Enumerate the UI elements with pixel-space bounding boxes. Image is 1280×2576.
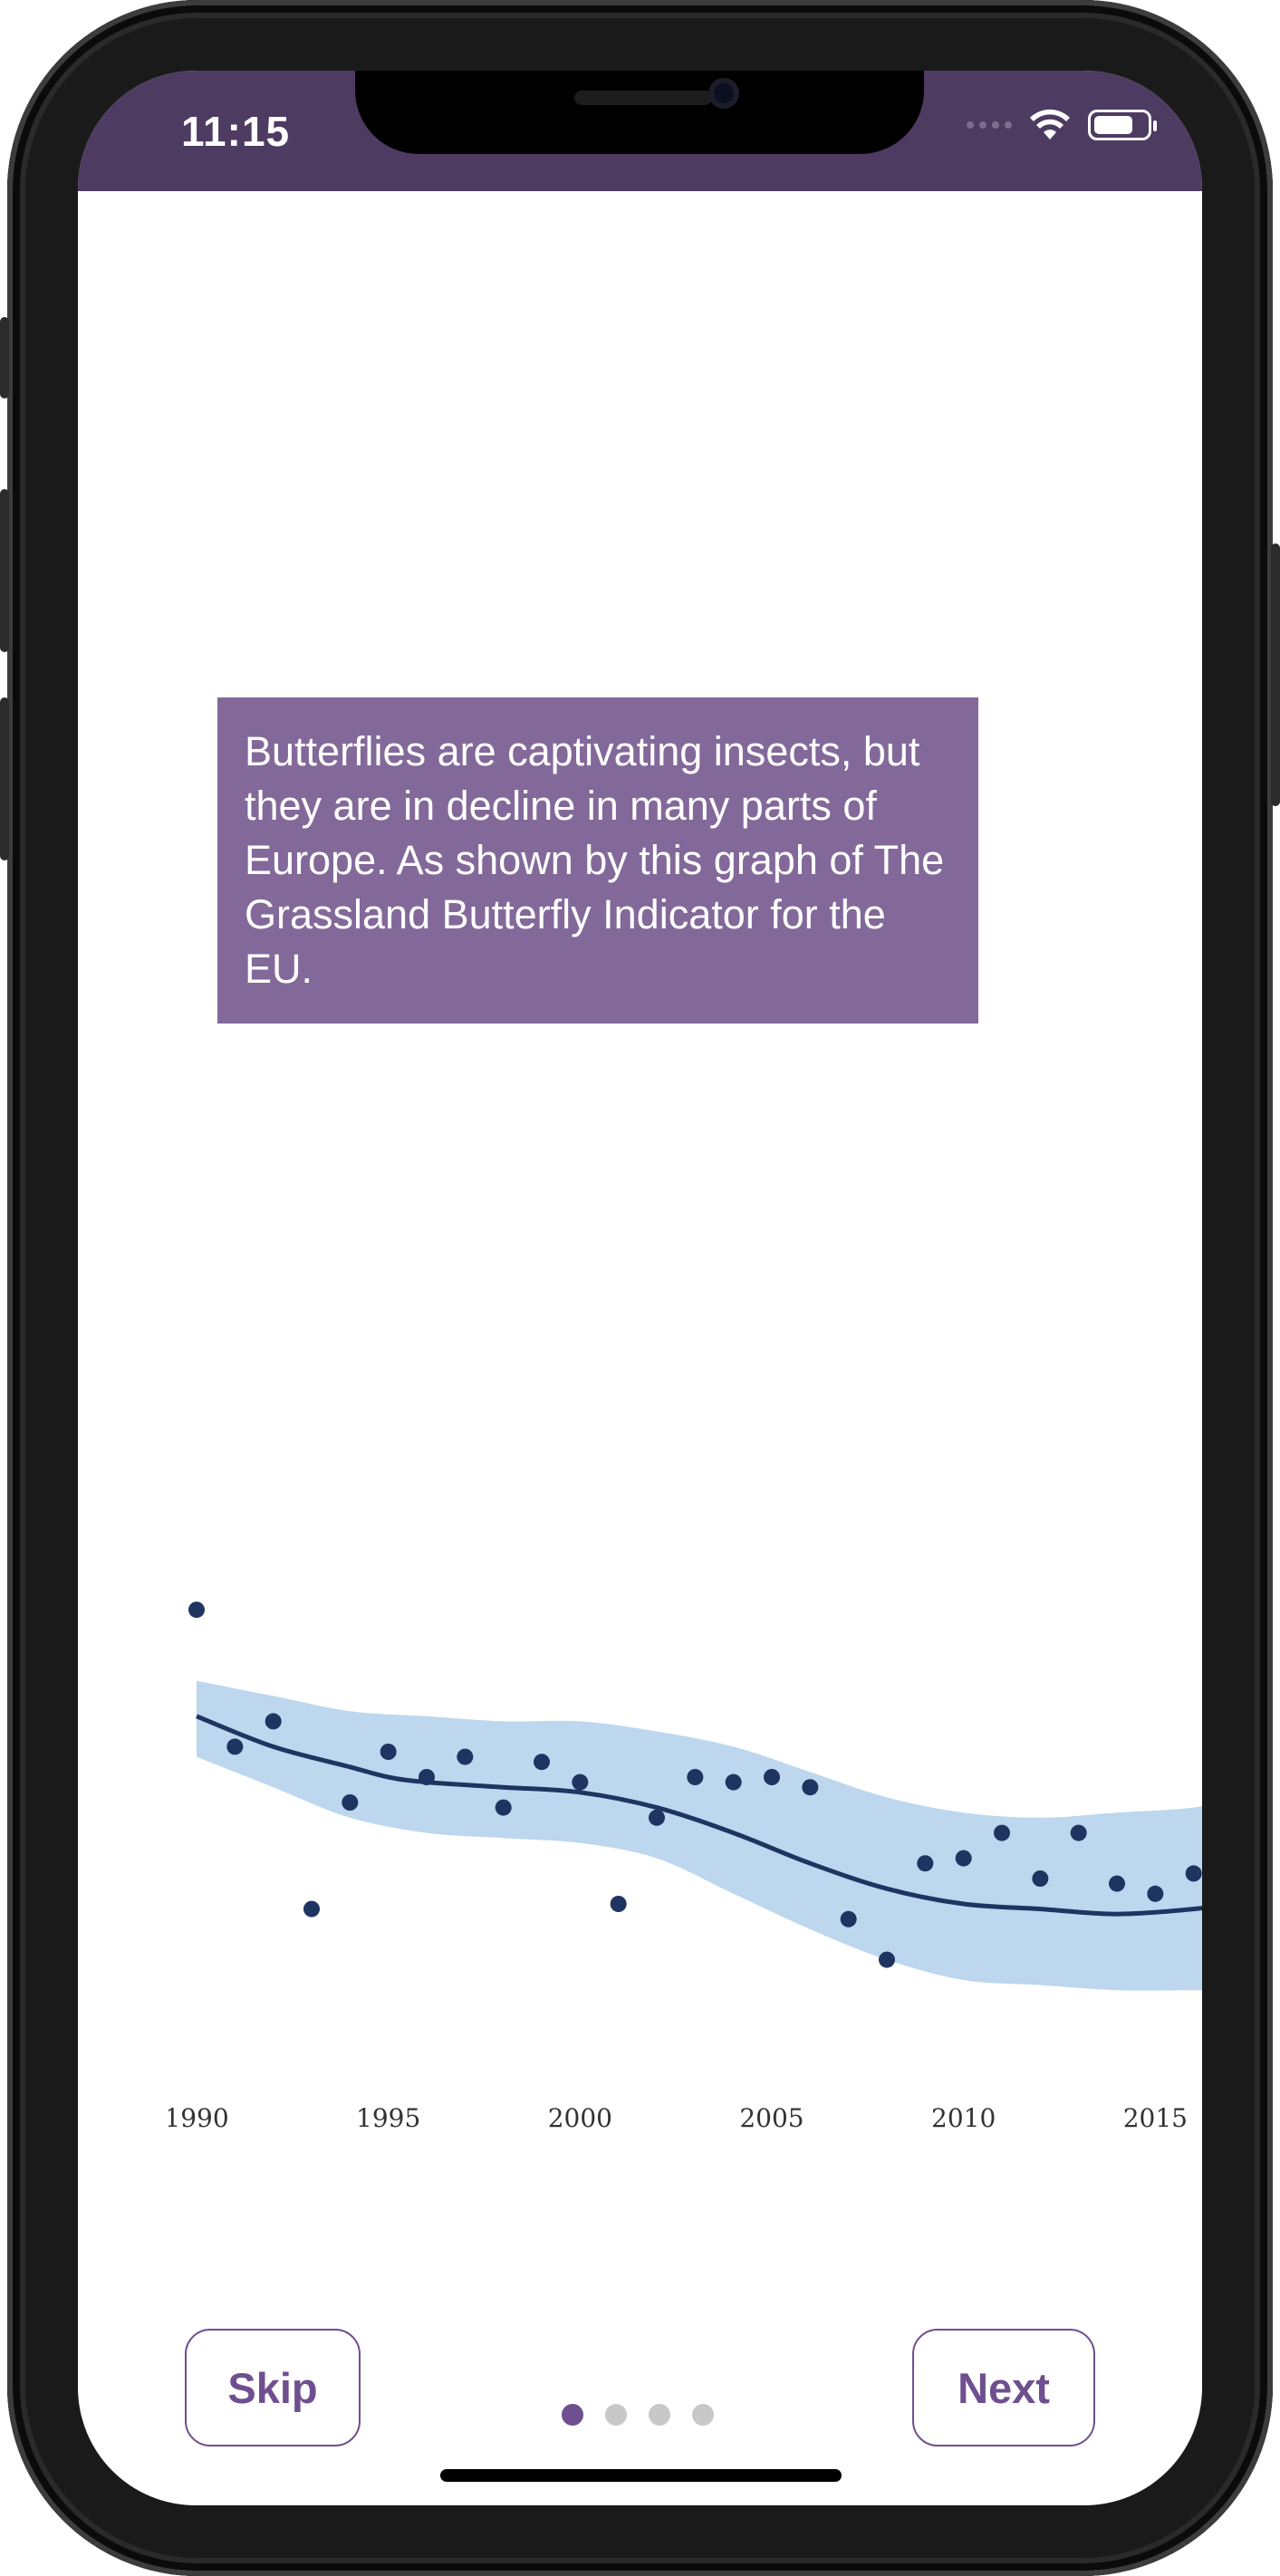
page-indicator <box>562 2404 714 2426</box>
data-point <box>879 1951 895 1968</box>
data-point <box>495 1799 512 1816</box>
status-icons <box>967 109 1157 141</box>
intro-text: Butterflies are captivating insects, but… <box>245 728 945 992</box>
skip-button[interactable]: Skip <box>185 2329 361 2446</box>
intro-text-box: Butterflies are captivating insects, but… <box>217 697 978 1024</box>
mute-switch <box>0 317 9 399</box>
data-point <box>1070 1824 1087 1841</box>
data-point <box>917 1855 934 1872</box>
power-button <box>1271 543 1280 806</box>
data-point <box>955 1850 972 1867</box>
data-point <box>265 1713 282 1730</box>
front-camera <box>708 78 739 109</box>
volume-up-button <box>0 489 9 652</box>
wifi-icon <box>1030 109 1070 139</box>
data-point <box>1185 1865 1202 1882</box>
confidence-band <box>197 1680 1202 1991</box>
next-button[interactable]: Next <box>912 2329 1095 2446</box>
data-point <box>380 1744 397 1760</box>
x-tick-label: 2000 <box>548 2103 612 2133</box>
page-dot[interactable] <box>692 2404 714 2426</box>
data-point <box>1109 1875 1125 1892</box>
x-tick-label: 1995 <box>356 2103 420 2133</box>
signal-icon <box>967 121 1012 129</box>
data-point <box>840 1910 857 1927</box>
data-point <box>303 1900 320 1918</box>
next-button-label: Next <box>958 2363 1050 2412</box>
data-point <box>1032 1870 1049 1887</box>
page-dot[interactable] <box>562 2404 583 2426</box>
data-point <box>572 1773 589 1791</box>
chart-svg: 1990 1995 2000 2005 2010 2015 <box>168 1601 1202 2133</box>
page-dot[interactable] <box>649 2404 670 2426</box>
data-point <box>188 1601 205 1619</box>
data-point <box>687 1769 704 1785</box>
data-point <box>649 1809 665 1826</box>
data-point <box>419 1769 435 1785</box>
volume-down-button <box>0 697 9 860</box>
butterfly-indicator-chart: 1990 1995 2000 2005 2010 2015 <box>168 1538 1202 2136</box>
x-tick-label: 2010 <box>931 2103 996 2133</box>
data-point <box>610 1896 627 1912</box>
notch <box>355 71 924 154</box>
data-point <box>534 1754 550 1771</box>
page-dot[interactable] <box>605 2404 627 2426</box>
data-point <box>764 1769 780 1785</box>
speaker-grille <box>574 91 712 105</box>
data-point <box>802 1779 819 1796</box>
x-tick-label: 1990 <box>168 2103 229 2133</box>
data-point <box>994 1824 1010 1841</box>
data-point <box>725 1773 742 1791</box>
data-point <box>457 1748 474 1765</box>
x-tick-label: 2005 <box>739 2103 804 2133</box>
data-point <box>226 1738 244 1755</box>
status-time: 11:15 <box>181 108 291 155</box>
skip-button-label: Skip <box>227 2363 318 2412</box>
x-tick-label: 2015 <box>1123 2103 1188 2133</box>
home-indicator <box>440 2469 842 2482</box>
data-point <box>1147 1885 1164 1902</box>
battery-icon <box>1088 110 1157 140</box>
screen: 11:15 Butterflies are captivating insect… <box>78 71 1202 2505</box>
data-point <box>342 1794 359 1811</box>
